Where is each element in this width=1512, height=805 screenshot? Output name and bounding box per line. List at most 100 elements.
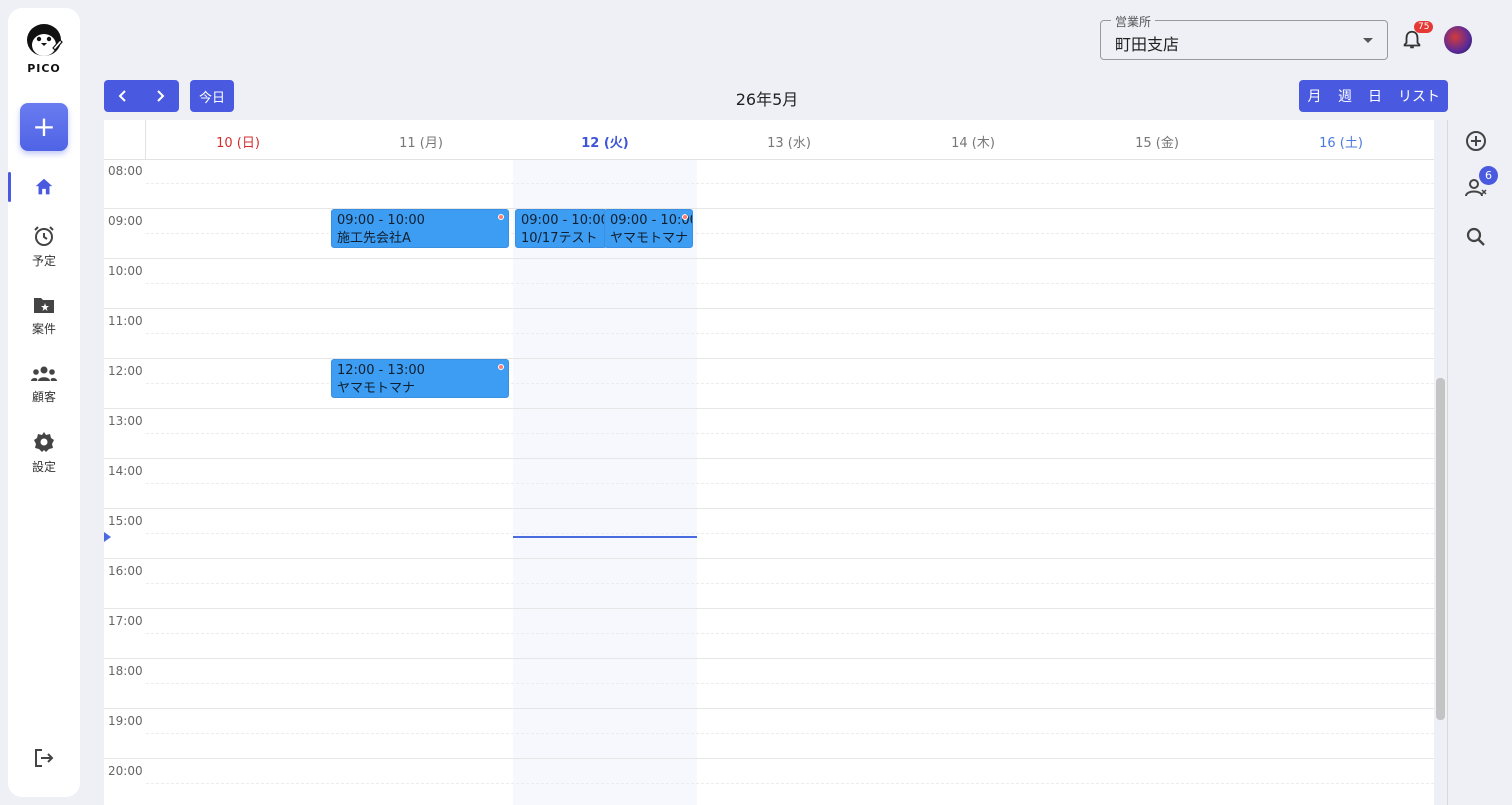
hour-line: [104, 558, 1434, 559]
brand-name: PICO: [27, 62, 61, 75]
sidebar: PICO + 予定 案件 顧客 設定: [8, 8, 80, 797]
half-hour-line: [146, 183, 1434, 184]
add-button[interactable]: +: [20, 103, 68, 151]
plus-icon: +: [32, 110, 56, 143]
user-avatar[interactable]: [1444, 26, 1472, 54]
now-indicator-arrow: [104, 532, 111, 542]
time-label: 17:00: [108, 614, 143, 628]
hour-line: [104, 408, 1434, 409]
day-header[interactable]: 11 (月): [329, 132, 513, 151]
calendar-header: 10 (日) 11 (月) 12 (火) 13 (水) 14 (木) 15 (金…: [104, 120, 1434, 160]
logout-icon: [35, 749, 54, 767]
header-corner: [104, 120, 146, 160]
sidebar-item-projects[interactable]: 案件: [8, 294, 80, 337]
search-icon: [1466, 227, 1485, 246]
hour-line: [104, 658, 1434, 659]
group-icon: [31, 366, 57, 381]
time-label: 10:00: [108, 264, 143, 278]
participants-badge: 6: [1479, 166, 1498, 185]
time-label: 16:00: [108, 564, 143, 578]
day-header[interactable]: 10 (日): [146, 132, 330, 151]
add-event-button[interactable]: [1464, 129, 1488, 157]
prev-button[interactable]: [104, 80, 142, 112]
day-header[interactable]: 14 (木): [881, 132, 1065, 151]
half-hour-line: [146, 633, 1434, 634]
folder-star-icon: [34, 298, 54, 313]
sidebar-item-label: 設定: [31, 460, 56, 474]
half-hour-line: [146, 483, 1434, 484]
hour-line: [104, 608, 1434, 609]
time-label: 20:00: [108, 764, 143, 778]
hour-line: [104, 308, 1434, 309]
hour-line: [104, 508, 1434, 509]
view-week-button[interactable]: 週: [1330, 80, 1360, 112]
branch-select[interactable]: 営業所 町田支店: [1100, 13, 1388, 60]
time-label: 12:00: [108, 364, 143, 378]
event-title: 施工先会社A: [337, 231, 411, 246]
penguin-logo-icon: [27, 24, 63, 56]
sidebar-item-label: 予定: [31, 254, 56, 268]
calendar-event[interactable]: 12:00 - 13:00 ヤマモトマナ: [331, 359, 509, 398]
time-label: 14:00: [108, 464, 143, 478]
app-logo[interactable]: PICO: [8, 22, 80, 75]
half-hour-line: [146, 783, 1434, 784]
hour-line: [104, 258, 1434, 259]
sidebar-item-home[interactable]: [8, 176, 80, 202]
time-label: 11:00: [108, 314, 143, 328]
notification-badge: 75: [1414, 21, 1434, 33]
calendar-event[interactable]: 09:00 - 10:00 施工先会社A: [331, 209, 509, 248]
event-title: 10/17テスト: [521, 231, 598, 246]
day-header[interactable]: 16 (土): [1249, 132, 1433, 151]
branch-label: 営業所: [1111, 13, 1156, 30]
half-hour-line: [146, 283, 1434, 284]
hour-line: [104, 758, 1434, 759]
next-button[interactable]: [142, 80, 180, 112]
event-status-dot: [498, 364, 504, 370]
time-label: 13:00: [108, 414, 143, 428]
logout-button[interactable]: [32, 746, 56, 774]
time-label: 09:00: [108, 214, 143, 228]
time-label: 18:00: [108, 664, 143, 678]
sidebar-item-schedule[interactable]: 予定: [8, 224, 80, 269]
half-hour-line: [146, 333, 1434, 334]
calendar-event[interactable]: 09:00 - 10:00 10/17テスト: [515, 209, 607, 248]
gear-icon: [34, 432, 54, 452]
event-time: 09:00 - 10:00: [521, 213, 607, 228]
hour-line: [104, 208, 1434, 209]
time-label: 19:00: [108, 714, 143, 728]
caret-down-icon: [1363, 38, 1373, 43]
right-panel-divider: [1447, 120, 1448, 805]
sidebar-item-label: 顧客: [31, 390, 56, 404]
calendar-event[interactable]: 09:00 - 10:00 ヤマモトマナ: [604, 209, 693, 248]
sidebar-item-settings[interactable]: 設定: [8, 430, 80, 475]
today-button[interactable]: 今日: [190, 80, 234, 112]
event-time: 09:00 - 10:00: [610, 213, 693, 228]
half-hour-line: [146, 683, 1434, 684]
day-header[interactable]: 13 (水): [697, 132, 881, 151]
search-button[interactable]: [1464, 225, 1488, 253]
view-list-button[interactable]: リスト: [1390, 80, 1448, 112]
branch-value: 町田支店: [1115, 35, 1180, 54]
time-label: 15:00: [108, 514, 143, 528]
date-nav-group: [104, 80, 179, 112]
sidebar-item-customers[interactable]: 顧客: [8, 364, 80, 405]
view-day-button[interactable]: 日: [1360, 80, 1390, 112]
alarm-icon: [34, 226, 54, 246]
half-hour-line: [146, 533, 1434, 534]
week-calendar: 10 (日) 11 (月) 12 (火) 13 (水) 14 (木) 15 (金…: [104, 120, 1434, 805]
now-indicator-line: [513, 536, 697, 538]
event-status-dot: [498, 214, 504, 220]
event-title: ヤマモトマナ: [337, 381, 416, 396]
half-hour-line: [146, 433, 1434, 434]
calendar-scrollbar[interactable]: [1436, 378, 1445, 720]
event-status-dot: [682, 214, 688, 220]
view-switcher: 月 週 日 リスト: [1299, 80, 1448, 112]
home-icon: [35, 178, 53, 195]
half-hour-line: [146, 583, 1434, 584]
view-month-button[interactable]: 月: [1299, 80, 1330, 112]
day-header[interactable]: 15 (金): [1065, 132, 1249, 151]
hour-line: [104, 708, 1434, 709]
calendar-title: 26年5月: [735, 90, 799, 109]
event-time: 09:00 - 10:00: [337, 213, 425, 228]
day-header[interactable]: 12 (火): [513, 132, 697, 151]
